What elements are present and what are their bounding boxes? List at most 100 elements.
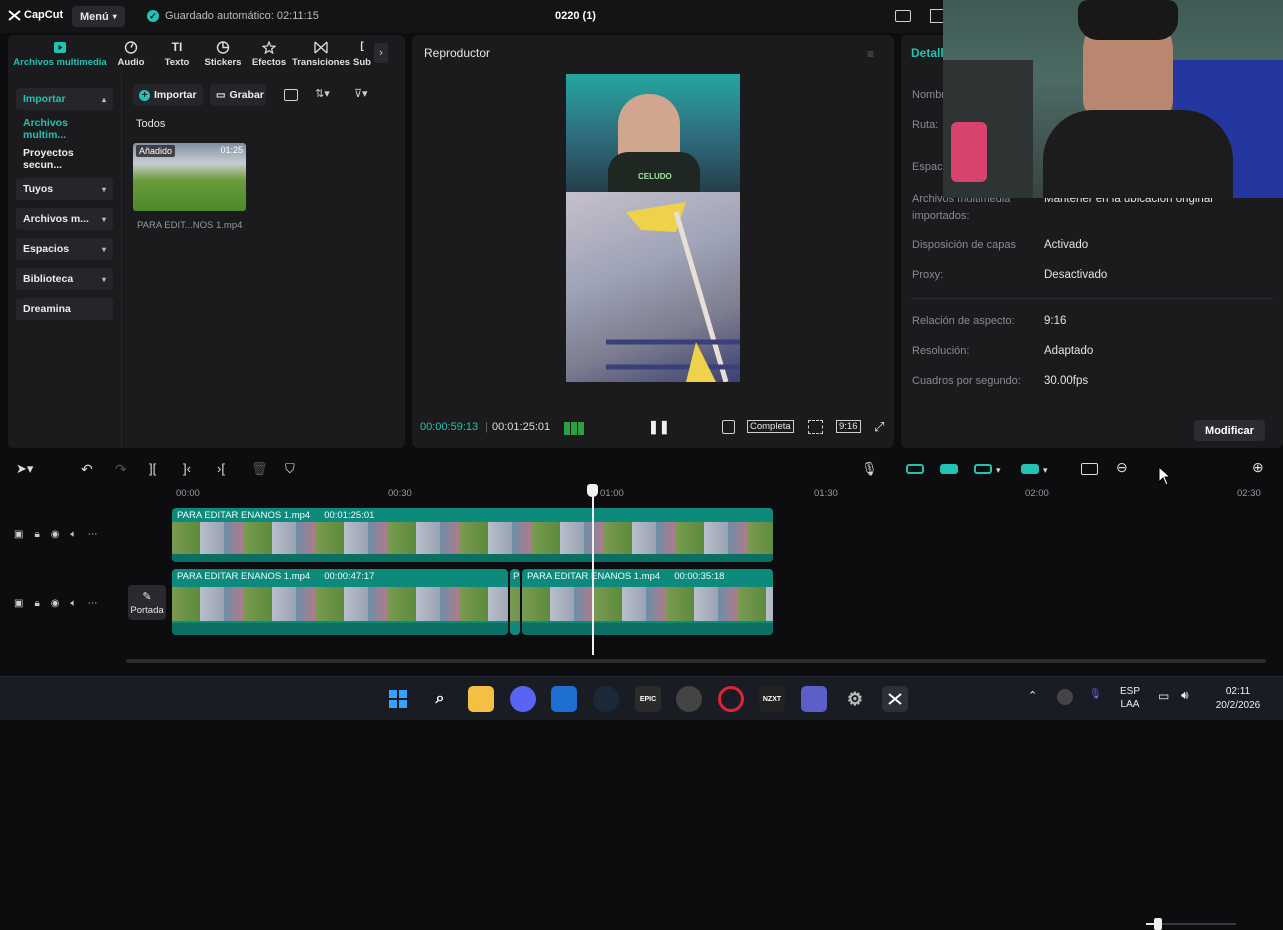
speaker-icon[interactable]: 🔈︎: [71, 598, 77, 609]
sidebar-item-dreamina[interactable]: Dreamina: [16, 298, 113, 320]
chevron-down-icon: ▾: [101, 184, 106, 194]
pause-icon[interactable]: ❚❚: [648, 419, 670, 435]
project-name[interactable]: 0220 (1): [555, 10, 596, 22]
windows-icon[interactable]: [385, 686, 411, 712]
network-icon[interactable]: ▭: [1158, 689, 1169, 703]
magnet-icon[interactable]: [906, 464, 924, 474]
eye-icon[interactable]: ◉: [51, 598, 60, 609]
grid-view-icon[interactable]: [284, 89, 298, 101]
crop-icon[interactable]: [808, 420, 823, 434]
chrome-icon[interactable]: [676, 686, 702, 712]
plus-icon: +: [139, 89, 150, 101]
app-tray-icon[interactable]: [1057, 689, 1073, 705]
eye-icon[interactable]: ◉: [51, 529, 60, 540]
nzxt-icon[interactable]: NZXT: [759, 686, 785, 712]
speaker-icon[interactable]: 🔈︎: [71, 529, 77, 540]
filter-icon[interactable]: ⊽▾: [354, 87, 368, 100]
timeline-ruler[interactable]: 00:00 00:30 01:00 01:30 02:00 02:30: [0, 483, 1283, 505]
full-quality-button[interactable]: Completa: [747, 420, 794, 433]
split-icon[interactable]: ][: [149, 461, 165, 477]
menu-button[interactable]: Menú ▾: [72, 6, 125, 27]
clock[interactable]: 02:11 20/2/2026: [1208, 685, 1268, 713]
settings-icon[interactable]: ⚙: [842, 686, 868, 712]
timeline-clip[interactable]: P: [510, 569, 520, 635]
chevron-down-icon[interactable]: ▾: [1043, 465, 1059, 481]
undo-icon[interactable]: ↶: [81, 461, 97, 477]
lock-icon[interactable]: 🔒︎: [34, 529, 39, 540]
record-button[interactable]: ▭ Grabar: [210, 84, 266, 106]
zoom-slider-handle[interactable]: [1154, 918, 1162, 930]
sidebar-item-espacios[interactable]: Espacios ▾: [16, 238, 113, 260]
teams-icon[interactable]: [801, 686, 827, 712]
sidebar-item-biblioteca[interactable]: Biblioteca ▾: [16, 268, 113, 290]
shield-icon[interactable]: ⛉: [285, 461, 301, 477]
volume-icon[interactable]: 🔊︎: [1181, 688, 1189, 703]
caption-icon[interactable]: [1081, 463, 1098, 475]
epic-games-icon[interactable]: EPIC: [635, 686, 661, 712]
track-toggle-icon[interactable]: ▣: [14, 529, 23, 540]
redo-icon[interactable]: ↷: [115, 461, 131, 477]
capcut-icon[interactable]: [882, 686, 908, 712]
timeline-clip[interactable]: PARA EDITAR ENANOS 1.mp4 00:00:47:17: [172, 569, 508, 635]
tab-media[interactable]: Archivos multimedia: [12, 35, 108, 73]
cover-button[interactable]: ✎ Portada: [128, 585, 166, 620]
tab-effects[interactable]: Efectos: [246, 35, 292, 73]
sidebar-item-importar[interactable]: Importar ▴: [16, 88, 113, 110]
media-thumbnail[interactable]: Añadido 01:25: [133, 143, 246, 211]
discord-icon[interactable]: [510, 686, 536, 712]
menu-icon[interactable]: ≡: [867, 47, 874, 61]
timeline-scrollbar[interactable]: [126, 659, 1266, 663]
layout-icon[interactable]: [895, 10, 911, 22]
delete-icon[interactable]: 🗑: [251, 461, 268, 477]
modify-button[interactable]: Modificar: [1194, 420, 1265, 441]
import-button[interactable]: + Importar: [133, 84, 203, 106]
video-preview[interactable]: CELUDO: [566, 74, 740, 382]
pencil-icon: ✎: [142, 590, 152, 603]
track1-controls: ▣ 🔒︎ ◉ 🔈︎ ⋯: [14, 529, 98, 540]
sidebar-item-media-files[interactable]: Archivos multim...: [16, 117, 113, 141]
tab-stickers[interactable]: Stickers: [200, 35, 246, 73]
zoom-out-icon[interactable]: ⊖: [1116, 459, 1132, 475]
timeline-clip[interactable]: PARA EDITAR ENANOS 1.mp4 00:00:35:18: [522, 569, 773, 635]
shortcuts-icon[interactable]: [930, 9, 944, 23]
aspect-ratio-button[interactable]: 9:16: [836, 420, 861, 433]
tiktok-icon[interactable]: [722, 420, 735, 434]
track-toggle-icon[interactable]: ▣: [14, 598, 23, 609]
preview-axis-icon[interactable]: [974, 464, 992, 474]
lock-icon[interactable]: 🔒︎: [34, 598, 39, 609]
tab-text[interactable]: TI Texto: [154, 35, 200, 73]
playhead-handle[interactable]: [587, 484, 598, 497]
search-icon[interactable]: ⌕: [427, 686, 453, 712]
zoom-in-icon[interactable]: ⊕: [1252, 459, 1268, 475]
split-left-icon[interactable]: ]‹: [183, 461, 199, 477]
sidebar-item-secondary-projects[interactable]: Proyectos secun...: [16, 147, 113, 171]
link-icon[interactable]: [940, 464, 958, 474]
mic-tray-icon[interactable]: 🎙: [1089, 689, 1102, 700]
align-icon[interactable]: [1021, 464, 1039, 474]
sidebar-item-tuyos[interactable]: Tuyos ▾: [16, 178, 113, 200]
store-icon[interactable]: [551, 686, 577, 712]
split-right-icon[interactable]: ›[: [217, 461, 233, 477]
language-indicator[interactable]: ESP LAA: [1116, 685, 1144, 711]
sidebar-item-archivos[interactable]: Archivos m... ▾: [16, 208, 113, 230]
playhead[interactable]: [592, 485, 594, 655]
chevron-right-icon[interactable]: ›: [374, 43, 388, 63]
file-explorer-icon[interactable]: [468, 686, 494, 712]
sort-icon[interactable]: ⇅▾: [315, 87, 330, 100]
chevron-up-icon[interactable]: ⌃: [1028, 689, 1037, 702]
steam-icon[interactable]: [593, 686, 619, 712]
more-icon[interactable]: ⋯: [88, 529, 98, 540]
tab-audio[interactable]: Audio: [108, 35, 154, 73]
fullscreen-icon[interactable]: ⤢: [874, 419, 884, 435]
microphone-icon[interactable]: 🎙: [861, 461, 878, 477]
select-tool-icon[interactable]: ➤▾: [16, 461, 33, 477]
media-filename: PARA EDIT...NOS 1.mp4: [137, 220, 243, 231]
more-icon[interactable]: ⋯: [88, 598, 98, 609]
tab-subtitles[interactable]: [ Sub: [350, 35, 374, 73]
timeline-clip[interactable]: PARA EDITAR ENANOS 1.mp4 00:01:25:01: [172, 508, 773, 562]
tab-transitions[interactable]: Transiciones: [292, 35, 350, 73]
detail-row-aspect: Relación de aspecto: 9:16: [912, 315, 1067, 327]
chevron-down-icon: ▾: [101, 244, 106, 254]
chevron-down-icon[interactable]: ▾: [996, 465, 1012, 481]
opera-icon[interactable]: [718, 686, 744, 712]
